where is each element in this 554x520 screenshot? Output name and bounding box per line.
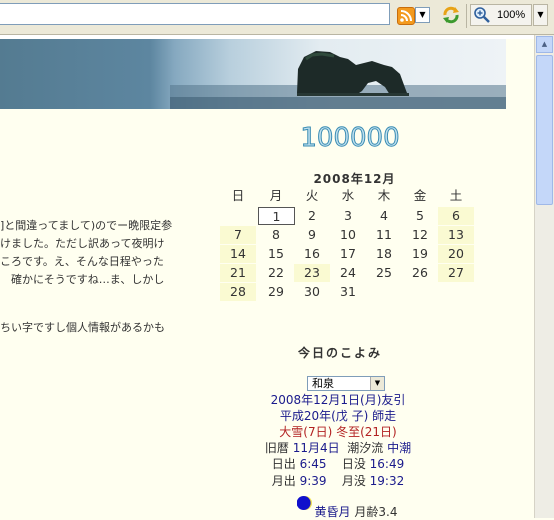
calendar-title: 2008年12月 [313,172,396,186]
calendar-day[interactable]: 12 [402,226,438,244]
calendar-day[interactable]: 17 [330,245,366,263]
article-line: 確かにそうですね…ま、しかし [0,273,165,286]
zoom-level-text: 100% [497,9,526,21]
sunrise-label: 日出 [271,457,296,471]
calendar-day[interactable]: 22 [258,264,294,282]
calendar-day[interactable]: 15 [258,245,294,263]
calendar-day[interactable]: 10 [330,226,366,244]
calendar-day[interactable]: 25 [366,264,402,282]
calendar-day[interactable]: 4 [366,207,402,225]
article-line: ]と間違ってまして)のでー晩限定参 [0,219,173,232]
article-line: ちい字ですし個人情報があるかも [0,321,165,334]
calendar-day[interactable]: 27 [438,264,474,282]
calendar-widget: 2008年12月 日月火水木金土 1 2 3 4 5 6 7 8 9 10 11 12 13 14 15 16 1… [220,171,475,301]
calendar-weekday: 火 [305,188,319,203]
calendar-day[interactable]: 31 [330,283,366,301]
address-bar[interactable] [0,3,390,25]
calendar-day[interactable]: 6 [438,207,474,225]
sunset-label: 日没 [341,457,366,471]
koyomi-moon-line: 月出 9:39 月没 19:32 [238,473,438,489]
chevron-down-icon[interactable]: ▼ [370,377,384,390]
koyomi-date-line: 2008年12月1日(月)友引 [238,392,438,408]
header-banner-image [0,39,506,109]
calendar-day[interactable]: 9 [294,226,330,244]
moonrise-value: 9:39 [299,474,327,488]
calendar-day[interactable]: 7 [220,226,256,244]
article-line: ころです。え、そんな日程やった [0,255,164,268]
sunset-value: 16:49 [369,457,405,471]
koyomi-sekki-line: 大雪(7日) 冬至(21日) [238,424,438,440]
koyomi-title: 今日のこよみ [297,346,382,360]
calendar-day[interactable]: 11 [366,226,402,244]
calendar-day[interactable]: 14 [220,245,256,263]
calendar-day[interactable]: 21 [220,264,256,282]
calendar-weekday: 月 [269,188,283,203]
calendar-day[interactable]: 29 [258,283,294,301]
calendar-weekday: 水 [341,188,355,203]
vertical-scrollbar[interactable]: ▲ [534,35,554,518]
calendar-day[interactable]: 20 [438,245,474,263]
rss-feed-icon[interactable] [397,7,415,25]
moonrise-label: 月出 [271,474,296,488]
moon-name[interactable]: 黄昏月 [315,505,351,519]
moonset-label: 月没 [341,474,366,488]
refresh-icon[interactable] [440,4,462,26]
shio-value[interactable]: 中潮 [387,441,411,455]
browser-toolbar: ▼ 100% ▼ [0,0,554,35]
koyomi-sekki-2[interactable]: 冬至(21日) [336,425,397,439]
calendar-day[interactable]: 24 [330,264,366,282]
moon-age-value: 3.4 [378,505,398,519]
zoom-dropdown-arrow-icon[interactable]: ▼ [533,4,548,26]
calendar-day[interactable]: 8 [258,226,294,244]
access-counter: 100000 [300,123,400,154]
kyureki-value[interactable]: 11月4日 [293,441,340,455]
sunrise-value: 6:45 [299,457,327,471]
calendar-day[interactable]: 19 [402,245,438,263]
calendar-weekday: 土 [449,188,463,203]
koyomi-year-line: 平成20年(戊 子) 師走 [238,408,438,424]
calendar-day[interactable]: 5 [402,207,438,225]
koyomi-rokuyo[interactable]: 友引 [381,393,405,407]
scroll-up-arrow-icon[interactable]: ▲ [536,36,553,53]
web-page: 100000 2008年12月 日月火水木金土 1 2 3 4 5 6 7 8 9 10 11 12 13… [0,35,534,519]
calendar-weekday: 日 [231,188,245,203]
shio-label: 潮汐流 [347,441,384,455]
calendar-day[interactable]: 30 [294,283,330,301]
zoom-button[interactable]: 100% [470,4,532,26]
calendar-day[interactable]: 18 [366,245,402,263]
moonset-value: 19:32 [369,474,405,488]
koyomi-wareki[interactable]: 平成20年 [280,409,331,423]
magnifier-icon [473,6,491,24]
calendar-day[interactable]: 13 [438,226,474,244]
location-select[interactable]: 和泉 ▼ [307,376,385,391]
koyomi-sekki-1[interactable]: 大雪(7日) [279,425,332,439]
scrollbar-thumb[interactable] [536,55,553,205]
koyomi-date: 2008年12月1日(月) [270,393,382,407]
koyomi-eto[interactable]: (戊 子) [331,409,368,423]
calendar-day[interactable]: 28 [220,283,256,301]
calendar-day[interactable]: 26 [402,264,438,282]
calendar-day[interactable]: 23 [294,264,330,282]
calendar-weekday: 木 [377,188,391,203]
kyureki-label: 旧暦 [264,441,289,455]
koyomi-kyureki-line: 旧暦 11月4日 潮汐流 中潮 [238,440,438,456]
rss-dropdown-arrow-icon[interactable]: ▼ [415,7,430,23]
koyomi-month-name[interactable]: 師走 [372,409,396,423]
toolbar-separator [466,4,467,28]
moon-age-label: 月齢 [354,505,379,519]
article-line: けました。ただし訳あって夜明け [0,237,165,250]
calendar-day[interactable]: 3 [330,207,366,225]
koyomi-sun-line: 日出 6:45 日没 16:49 [238,456,438,472]
calendar-weekday: 金 [413,188,427,203]
location-select-value: 和泉 [312,377,334,390]
calendar-day[interactable]: 16 [294,245,330,263]
calendar-day[interactable]: 2 [294,207,330,225]
calendar-day-today[interactable]: 1 [258,207,295,225]
